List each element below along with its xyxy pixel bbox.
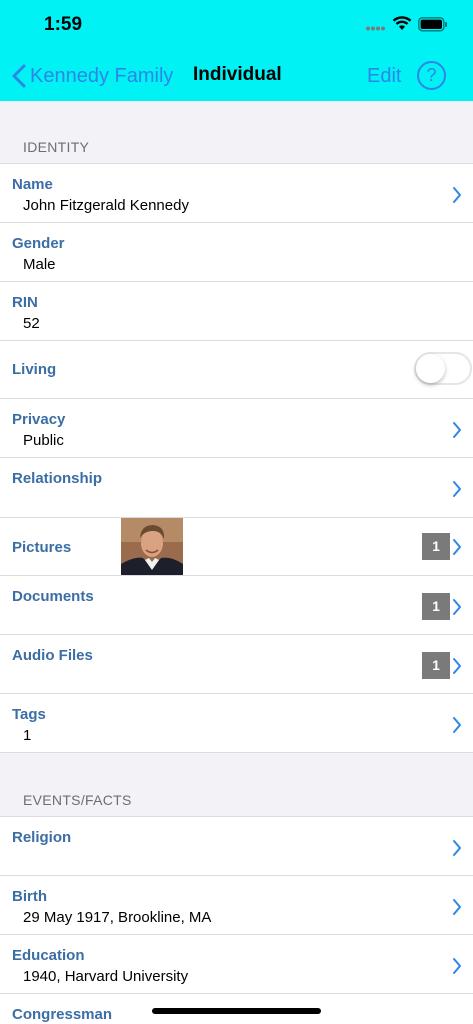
relationship-label: Relationship <box>12 470 103 487</box>
gender-label: Gender <box>12 235 65 252</box>
home-indicator[interactable] <box>152 1008 321 1014</box>
navigation-bar: Kennedy Family Individual Edit ? <box>0 50 473 101</box>
living-label: Living <box>12 361 57 378</box>
row-name[interactable]: Name John Fitzgerald Kennedy <box>0 163 473 223</box>
help-icon: ? <box>426 65 437 85</box>
row-living: Living <box>0 340 473 398</box>
page-title-text: Individual <box>193 64 282 85</box>
content-scroll-area[interactable]: IDENTITY Name John Fitzgerald Kennedy Ge… <box>0 101 473 1024</box>
row-tags[interactable]: Tags 1 <box>0 693 473 753</box>
edit-button[interactable]: Edit <box>367 65 401 88</box>
chevron-right-icon <box>453 599 461 615</box>
battery-icon <box>418 17 447 32</box>
section-header-identity: IDENTITY <box>23 139 90 155</box>
row-privacy[interactable]: Privacy Public <box>0 398 473 458</box>
religion-label: Religion <box>12 829 72 846</box>
chevron-right-icon <box>453 958 461 974</box>
row-documents[interactable]: Documents 1 <box>0 575 473 635</box>
chevron-right-icon <box>453 899 461 915</box>
row-religion[interactable]: Religion <box>0 816 473 876</box>
birth-value: 29 May 1917, Brookline, MA <box>23 909 212 926</box>
pictures-count-badge: 1 <box>422 533 450 560</box>
back-button-label: Kennedy Family <box>30 64 174 87</box>
back-button[interactable]: Kennedy Family <box>12 62 173 90</box>
toggle-knob <box>416 354 445 383</box>
living-toggle[interactable] <box>414 352 472 385</box>
row-rin: RIN 52 <box>0 281 473 341</box>
row-education[interactable]: Education 1940, Harvard University <box>0 934 473 994</box>
row-gender: Gender Male <box>0 222 473 282</box>
privacy-value: Public <box>23 432 64 449</box>
chevron-right-icon <box>453 840 461 856</box>
privacy-label: Privacy <box>12 411 66 428</box>
documents-label: Documents <box>12 588 94 605</box>
status-time: 1:59 <box>44 14 83 35</box>
help-button[interactable]: ? <box>417 61 446 90</box>
row-relationship[interactable]: Relationship <box>0 457 473 517</box>
audio-count-badge: 1 <box>422 652 450 679</box>
chevron-left-icon <box>12 64 26 88</box>
row-pictures[interactable]: Pictures 1 <box>0 517 473 575</box>
chevron-right-icon <box>453 539 461 555</box>
chevron-right-icon <box>453 658 461 674</box>
tags-label: Tags <box>12 706 46 723</box>
rin-value: 52 <box>23 315 40 332</box>
chevron-right-icon <box>453 717 461 733</box>
chevron-right-icon <box>453 187 461 203</box>
chevron-right-icon <box>453 422 461 438</box>
portrait-thumbnail[interactable] <box>121 518 183 575</box>
row-birth[interactable]: Birth 29 May 1917, Brookline, MA <box>0 875 473 935</box>
section-header-events: EVENTS/FACTS <box>23 792 132 808</box>
wifi-icon <box>392 16 412 30</box>
birth-label: Birth <box>12 888 47 905</box>
tags-value: 1 <box>23 727 32 744</box>
pictures-label: Pictures <box>12 539 72 556</box>
portrait-image <box>121 518 183 575</box>
name-label: Name <box>12 176 53 193</box>
chevron-right-icon <box>453 481 461 497</box>
gender-value: Male <box>23 256 56 273</box>
status-bar: 1:59 <box>0 0 473 50</box>
audio-files-label: Audio Files <box>12 647 93 664</box>
row-audio-files[interactable]: Audio Files 1 <box>0 634 473 694</box>
documents-count-badge: 1 <box>422 593 450 620</box>
education-value: 1940, Harvard University <box>23 968 189 985</box>
name-value: John Fitzgerald Kennedy <box>23 197 189 214</box>
rin-label: RIN <box>12 294 38 311</box>
congressman-label: Congressman <box>12 1006 113 1023</box>
cellular-signal-icon <box>366 26 385 31</box>
education-label: Education <box>12 947 85 964</box>
